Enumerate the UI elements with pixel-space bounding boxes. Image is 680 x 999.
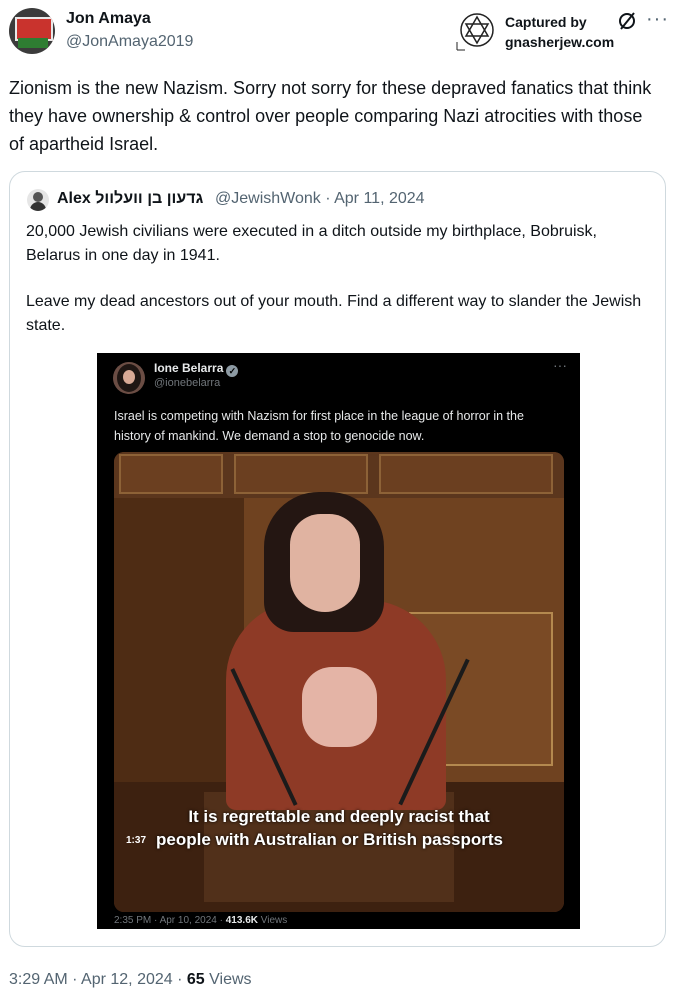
views-count: 65 bbox=[186, 971, 205, 988]
views-label: Views bbox=[204, 971, 252, 988]
author-handle[interactable]: @JonAmaya2019 bbox=[66, 33, 193, 51]
captured-by-watermark: Captured by gnasherjew.com bbox=[455, 10, 630, 52]
wood-panel bbox=[234, 454, 368, 494]
wood-wall-shadow bbox=[114, 498, 244, 828]
no-symbol-icon[interactable] bbox=[616, 10, 638, 32]
speaker-hands bbox=[302, 667, 377, 747]
embedded-author-avatar bbox=[113, 362, 145, 394]
author-avatar[interactable] bbox=[9, 8, 55, 54]
quoted-author-avatar[interactable] bbox=[27, 189, 49, 211]
embedded-footer: 2:35 PM · Apr 10, 2024 · 413.6K Views bbox=[114, 915, 288, 926]
wood-panel bbox=[119, 454, 223, 494]
video-duration: 1:37 bbox=[126, 835, 147, 846]
tweet-timestamp[interactable]: 3:29 AM · Apr 12, 2024 · bbox=[9, 971, 187, 988]
video-caption-line-2: people with Australian or British passpo… bbox=[156, 830, 503, 849]
speaker-face bbox=[290, 514, 360, 612]
video-caption-line-1: It is regrettable and deeply racist that bbox=[188, 807, 490, 826]
quoted-author-name[interactable]: Alex גדעון בן וועלוול bbox=[57, 190, 203, 208]
avatar-sign-graphic-lower bbox=[18, 38, 48, 48]
author-name[interactable]: Jon Amaya bbox=[66, 10, 151, 28]
embedded-author-name: Ione Belarra ✓ bbox=[154, 361, 239, 377]
embedded-author-handle: @ionebelarra bbox=[154, 377, 221, 389]
quoted-text-paragraph-2: Leave my dead ancestors out of your mout… bbox=[26, 293, 642, 334]
embedded-tweet-text: Israel is competing with Nazism for firs… bbox=[114, 409, 524, 443]
captured-by-label: Captured by bbox=[505, 14, 587, 30]
embedded-more-icon: ··· bbox=[553, 357, 567, 373]
quoted-date: · Apr 11, 2024 bbox=[325, 190, 425, 207]
quoted-author-meta: @JewishWonk · Apr 11, 2024 bbox=[215, 190, 425, 208]
captured-site-label: gnasherjew.com bbox=[505, 34, 615, 50]
embedded-tweet-image[interactable]: Ione Belarra ✓ @ionebelarra ··· Israel is… bbox=[97, 353, 580, 929]
quoted-tweet[interactable]: Alex גדעון בן וועלוול @JewishWonk · Apr … bbox=[9, 171, 666, 947]
tweet-footer: 3:29 AM · Apr 12, 2024 · 65 Views bbox=[9, 971, 252, 989]
quoted-author-handle[interactable]: @JewishWonk bbox=[215, 190, 321, 207]
star-of-david-logo bbox=[456, 13, 494, 51]
wood-panel bbox=[379, 454, 553, 494]
quoted-text-paragraph-1: 20,000 Jewish civilians were executed in… bbox=[26, 223, 597, 264]
tweet-text: Zionism is the new Nazism. Sorry not sor… bbox=[9, 78, 652, 154]
more-icon[interactable]: ··· bbox=[646, 8, 669, 31]
video-frame[interactable]: It is regrettable and deeply racist that… bbox=[114, 452, 564, 912]
verified-badge-icon: ✓ bbox=[226, 365, 239, 377]
